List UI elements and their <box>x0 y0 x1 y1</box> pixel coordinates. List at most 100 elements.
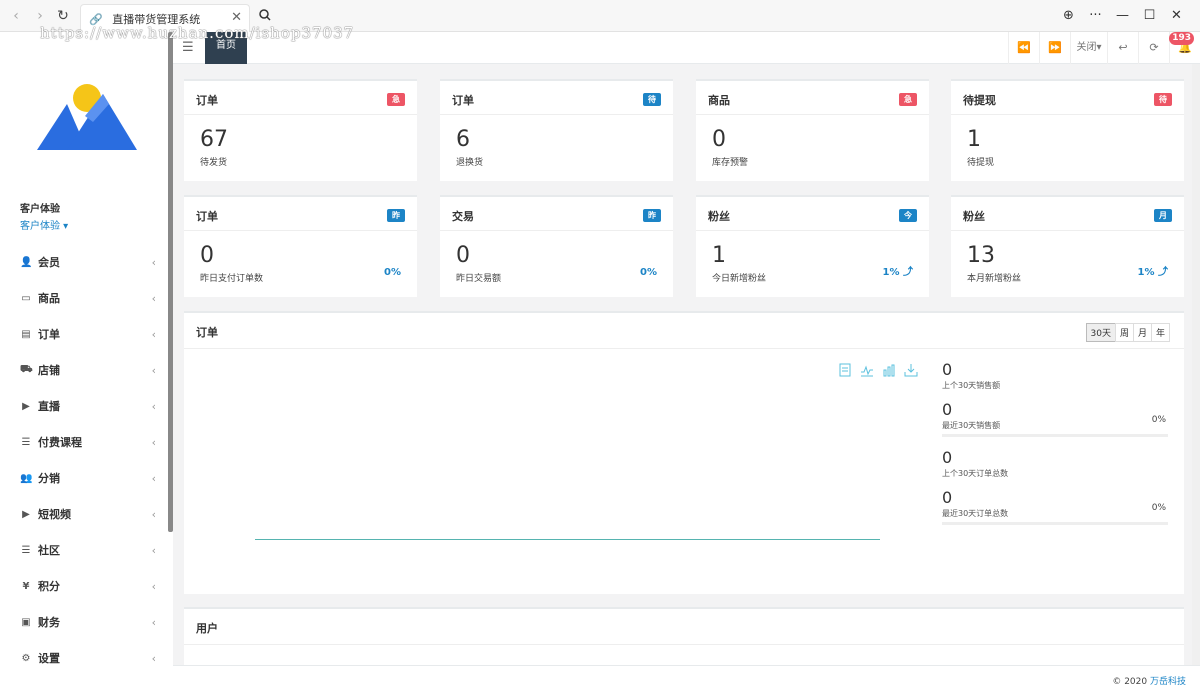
video-icon: ▶ <box>22 508 30 520</box>
close-tab-icon[interactable]: ✕ <box>231 10 242 25</box>
order-panel-title: 订单 <box>184 313 1184 349</box>
sidebar-item-8[interactable]: ☰ 社区 ‹ <box>0 532 168 568</box>
sidebar-item-label: 商品 <box>38 292 60 305</box>
status-badge: 急 <box>899 93 917 106</box>
sidebar-item-label: 付费课程 <box>38 436 82 449</box>
list-icon: ☰ <box>21 436 31 448</box>
tab-scroll-left-icon[interactable]: ⏪ <box>1008 32 1039 64</box>
chart-series-line <box>255 539 880 540</box>
back-icon[interactable]: ‹ <box>8 8 24 24</box>
status-badge: 今 <box>899 209 917 222</box>
chevron-left-icon: ‹ <box>151 543 156 557</box>
close-window-icon[interactable]: ✕ <box>1163 6 1190 26</box>
card-body: 67 待发货 <box>184 115 417 180</box>
sidebar-item-9[interactable]: ¥ 积分 ‹ <box>0 568 168 604</box>
status-badge: 月 <box>1154 209 1172 222</box>
sidebar-item-label: 会员 <box>38 256 60 269</box>
sidebar-item-10[interactable]: ▣ 财务 ‹ <box>0 604 168 640</box>
status-badge: 急 <box>387 93 405 106</box>
logo <box>37 82 137 152</box>
search-icon[interactable] <box>258 8 274 24</box>
video-icon: ▶ <box>22 400 30 412</box>
gear-icon: ⚙ <box>21 652 31 664</box>
stat-card: 粉丝 月 13 本月新增粉丝 1% ⤴ <box>951 195 1184 297</box>
more-icon[interactable]: ··· <box>1082 6 1109 26</box>
chevron-left-icon: ‹ <box>151 327 156 341</box>
copyright-text: © 2020 万岳科技 <box>1112 677 1186 687</box>
card-value: 67 <box>200 127 228 152</box>
content-scrollbar[interactable] <box>1192 64 1200 665</box>
sidebar-item-11[interactable]: ⚙ 设置 ‹ <box>0 640 168 676</box>
cart-icon: ⛟ <box>20 363 33 375</box>
card-title: 订单 待 <box>440 81 673 115</box>
sidebar-item-label: 社区 <box>38 544 60 557</box>
stat-label: 最近30天销售额 <box>942 421 1001 430</box>
card-label: 库存预警 <box>712 158 749 168</box>
notification-count-badge: 193 <box>1169 32 1194 45</box>
stat-value: 0 <box>942 488 953 507</box>
card-body: 0 库存预警 <box>696 115 929 180</box>
sidebar-item-4[interactable]: ▶ 直播 ‹ <box>0 388 168 424</box>
user-profile[interactable]: 客户体验 客户体验 ▾ <box>20 200 68 232</box>
card-label: 待发货 <box>200 158 228 168</box>
stat-value: 0 <box>942 360 953 379</box>
card-value: 0 <box>712 127 726 152</box>
sidebar-item-label: 财务 <box>38 616 60 629</box>
card-body: 0 昨日支付订单数 0% <box>184 231 417 296</box>
stat-card: 订单 待 6 退换货 <box>440 79 673 181</box>
card-label: 待提现 <box>967 158 995 168</box>
card-body: 13 本月新增粉丝 1% ⤴ <box>951 231 1184 296</box>
sidebar-scrollbar[interactable] <box>168 32 173 532</box>
close-tabs-dropdown[interactable]: 关闭▾ <box>1070 32 1107 64</box>
back-arrow-icon[interactable]: ↩ <box>1107 32 1138 64</box>
hamburger-menu-icon[interactable]: ☰ <box>182 40 194 55</box>
stat-value: 0 <box>942 400 953 419</box>
period-option[interactable]: 月 <box>1132 323 1152 342</box>
chevron-left-icon: ‹ <box>151 615 156 629</box>
stat-card: 订单 急 67 待发货 <box>184 79 417 181</box>
order-stat: 0 上个30天销售额 <box>942 361 1168 391</box>
order-chart-panel: 订单 30天周月年 0 上个30天销售额 0 最近30天销售额 0% 0 上个30… <box>184 311 1184 594</box>
period-option[interactable]: 年 <box>1150 323 1170 342</box>
notification-bell-icon[interactable]: 🔔 193 <box>1169 32 1200 64</box>
card-label: 昨日交易额 <box>456 274 502 284</box>
sidebar-item-6[interactable]: 👥 分销 ‹ <box>0 460 168 496</box>
download-icon[interactable] <box>904 363 918 377</box>
card-label: 退换货 <box>456 158 484 168</box>
footer: © 2020 万岳科技 <box>173 665 1200 693</box>
sidebar-item-0[interactable]: 👤 会员 ‹ <box>0 244 168 280</box>
forward-icon[interactable]: › <box>32 8 48 24</box>
chevron-left-icon: ‹ <box>151 435 156 449</box>
yen-icon: ¥ <box>22 580 30 592</box>
refresh-icon[interactable]: ⟳ <box>1138 32 1169 64</box>
reload-icon[interactable]: ↻ <box>55 8 71 24</box>
chevron-left-icon: ‹ <box>151 255 156 269</box>
list-icon: ☰ <box>21 544 31 556</box>
line-chart-icon[interactable] <box>860 363 874 377</box>
stat-label: 最近30天订单总数 <box>942 509 1009 518</box>
card-body: 0 昨日交易额 0% <box>440 231 673 296</box>
data-view-icon[interactable] <box>838 363 852 377</box>
users-icon: 👥 <box>20 472 33 484</box>
period-option[interactable]: 周 <box>1114 323 1134 342</box>
sidebar-item-7[interactable]: ▶ 短视频 ‹ <box>0 496 168 532</box>
minimize-icon[interactable]: — <box>1109 6 1136 26</box>
sidebar-item-1[interactable]: ▭ 商品 ‹ <box>0 280 168 316</box>
laptop-icon: ▭ <box>21 292 31 304</box>
sidebar-menu: 👤 会员 ‹ ▭ 商品 ‹ ▤ 订单 ‹ ⛟ 店铺 ‹ ▶ 直播 ‹ ☰ 付费课程 ‹ 👥 分销 ‹ ▶ 短视频 ‹ ☰ 社区 ‹ ¥… <box>0 244 168 676</box>
maximize-icon[interactable]: ☐ <box>1136 6 1163 26</box>
profile-role-dropdown[interactable]: 客户体验 ▾ <box>20 217 68 232</box>
period-option[interactable]: 30天 <box>1085 323 1116 342</box>
card-title: 订单 昨 <box>184 197 417 231</box>
globe-icon[interactable]: ⊕ <box>1055 6 1082 26</box>
sidebar-item-3[interactable]: ⛟ 店铺 ‹ <box>0 352 168 388</box>
user-panel-title: 用户 <box>184 609 1184 645</box>
card-percent: 0% <box>640 267 657 278</box>
tab-scroll-right-icon[interactable]: ⏩ <box>1039 32 1070 64</box>
watermark: https://www.huzhan.com/ishop37037 <box>40 24 355 42</box>
sidebar-item-2[interactable]: ▤ 订单 ‹ <box>0 316 168 352</box>
status-badge: 待 <box>643 93 661 106</box>
chevron-left-icon: ‹ <box>151 471 156 485</box>
sidebar-item-5[interactable]: ☰ 付费课程 ‹ <box>0 424 168 460</box>
bar-chart-icon[interactable] <box>882 363 896 377</box>
